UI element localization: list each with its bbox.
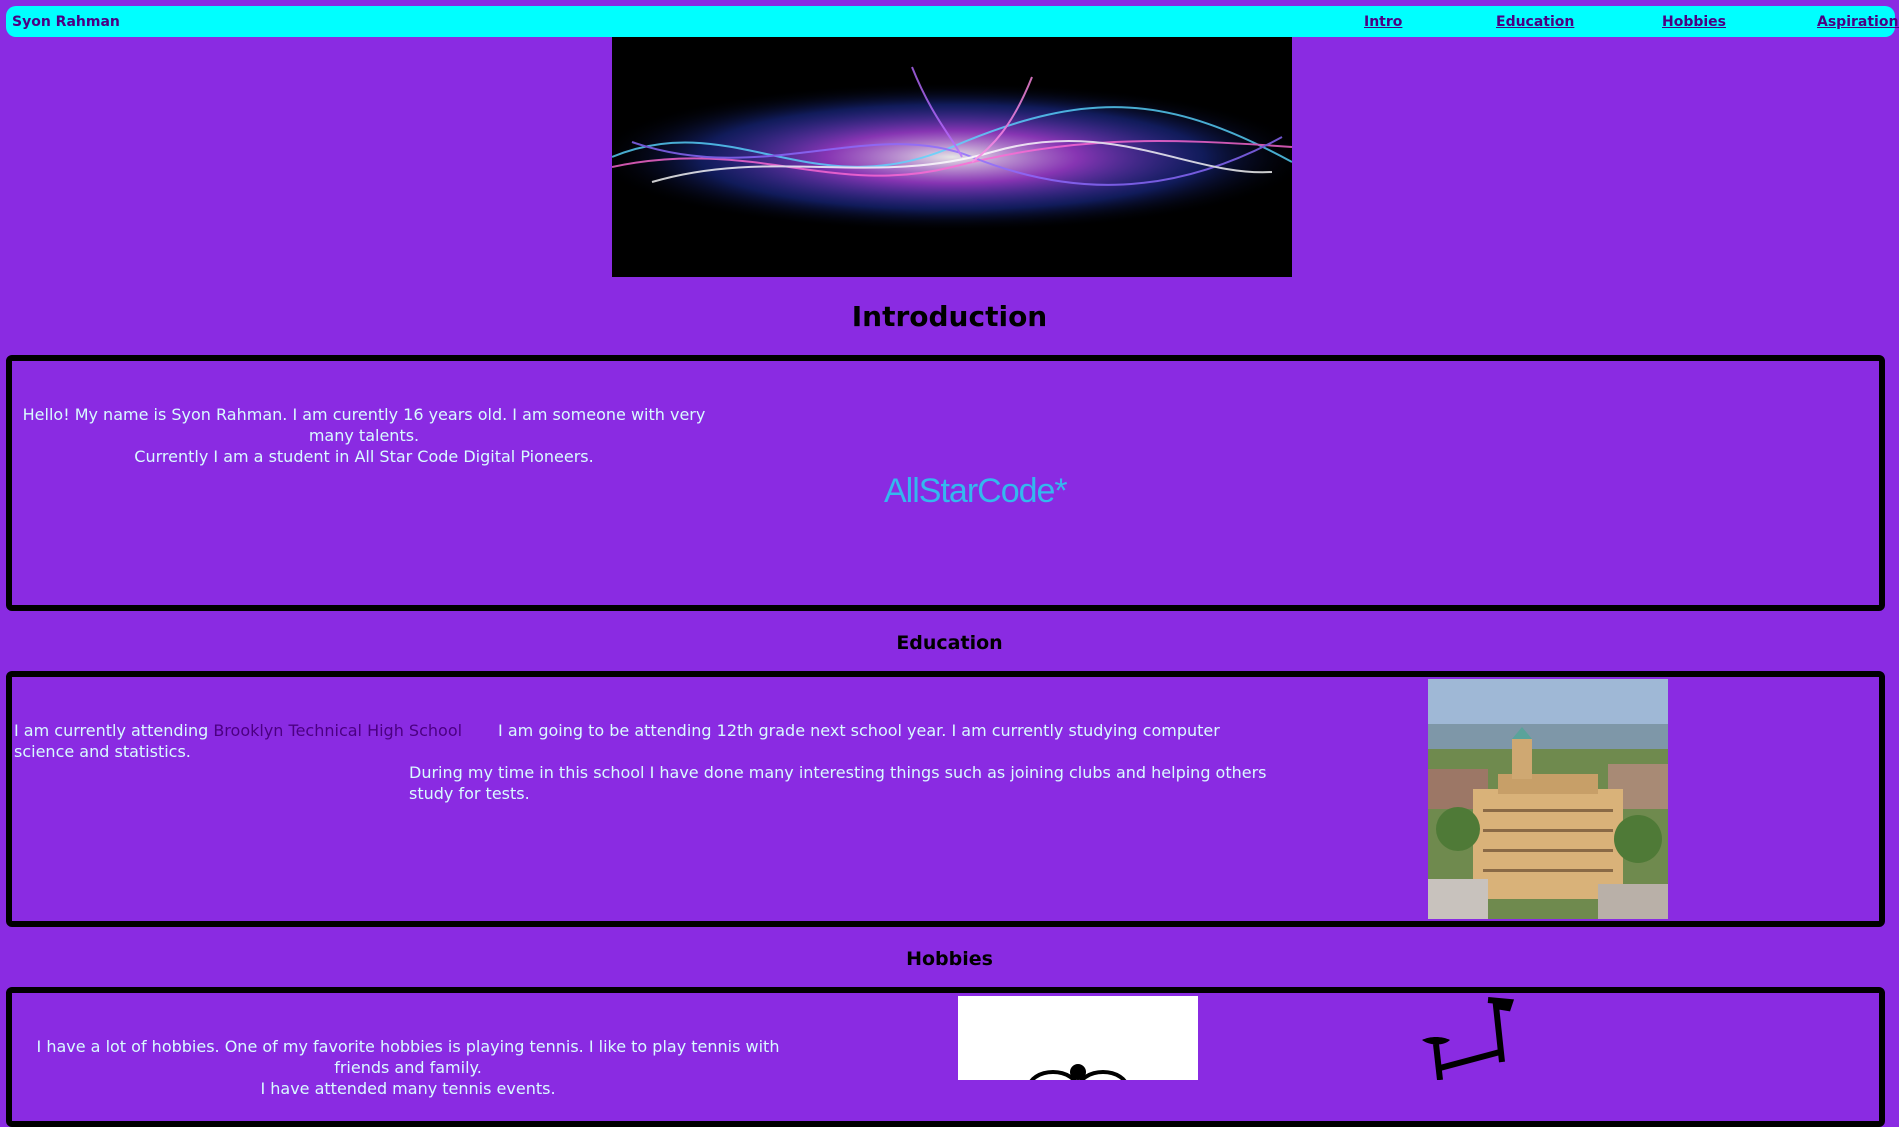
hobbies-line-2: I have attended many tennis events. [260, 1079, 556, 1098]
intro-line-1: Hello! My name is Syon Rahman. I am cure… [22, 405, 706, 445]
education-prefix: I am currently attending [14, 721, 214, 740]
hobbies-line-1: I have a lot of hobbies. One of my favor… [36, 1037, 780, 1077]
education-line-1: I am currently attending Brooklyn Techni… [14, 720, 1274, 762]
nav-link-hobbies[interactable]: Hobbies [1662, 14, 1726, 30]
navbar: Syon Rahman Intro Education Hobbies Aspi… [6, 6, 1899, 37]
education-heading: Education [896, 632, 1003, 654]
school-photo [1428, 679, 1668, 919]
nav-brand: Syon Rahman [12, 14, 120, 30]
school-link[interactable]: Brooklyn Technical High School [213, 721, 462, 740]
nav-link-aspirations[interactable]: Aspirations [1817, 14, 1899, 30]
intro-heading: Introduction [851, 300, 1048, 333]
education-line-2: During my time in this school I have don… [409, 763, 1267, 803]
banner-image [612, 37, 1292, 277]
nav-link-intro[interactable]: Intro [1364, 14, 1402, 30]
tennis-image [958, 996, 1198, 1080]
allstarcode-logo: AllStarCode* [884, 472, 1068, 510]
intro-text: Hello! My name is Syon Rahman. I am cure… [14, 404, 714, 467]
bicycle-image [1400, 992, 1540, 1080]
education-text: I am currently attending Brooklyn Techni… [14, 720, 1274, 804]
hobbies-heading: Hobbies [906, 948, 993, 970]
intro-line-2: Currently I am a student in All Star Cod… [134, 447, 594, 466]
hobbies-text: I have a lot of hobbies. One of my favor… [14, 1036, 802, 1099]
nav-link-education[interactable]: Education [1496, 14, 1574, 30]
